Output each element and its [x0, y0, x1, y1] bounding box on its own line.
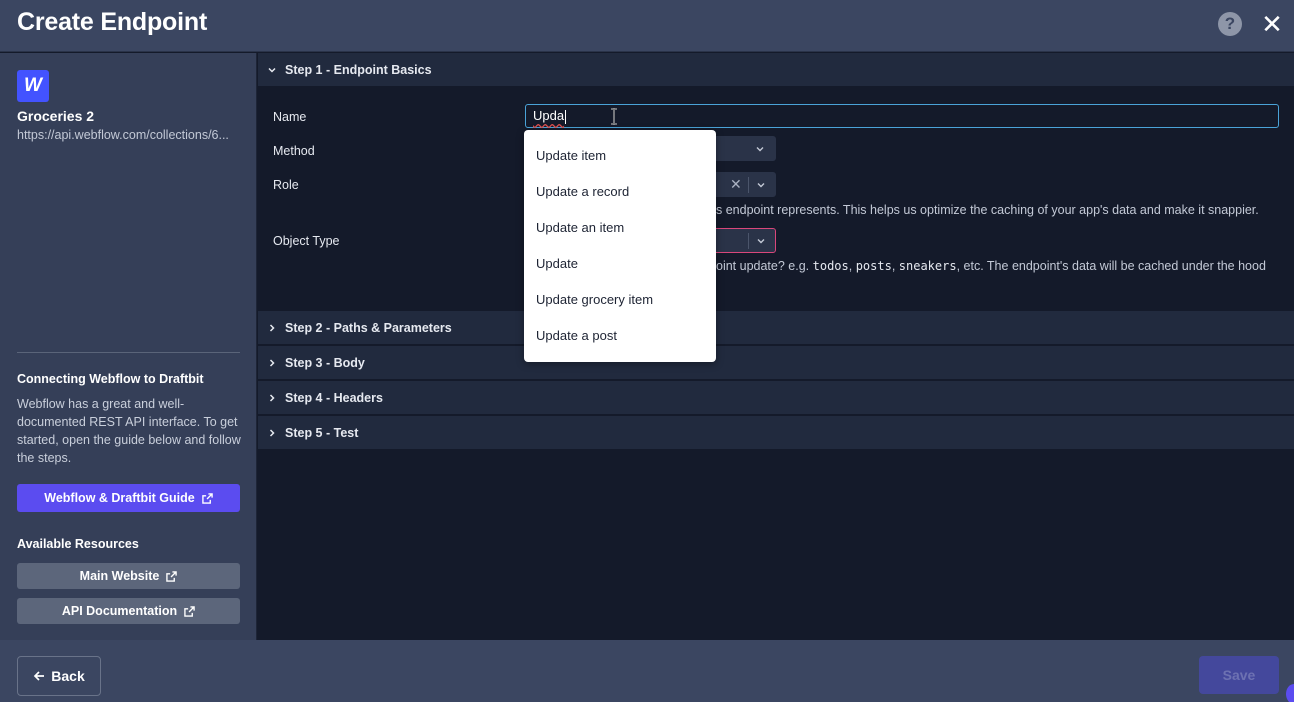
- step-3-label: Step 3 - Body: [285, 355, 365, 370]
- chevron-right-icon: [269, 428, 275, 437]
- sidebar: W Groceries 2 https://api.webflow.com/co…: [0, 53, 257, 640]
- api-documentation-label: API Documentation: [61, 604, 178, 618]
- suggestion-item[interactable]: Update: [524, 246, 716, 282]
- step-4-header[interactable]: Step 4 - Headers: [258, 381, 1294, 415]
- step-1-header[interactable]: Step 1 - Endpoint Basics: [258, 53, 1294, 87]
- step-5-label: Step 5 - Test: [285, 425, 359, 440]
- suggestion-item[interactable]: Update a post: [524, 318, 716, 354]
- object-help-suffix: etc. The endpoint's data will be cached …: [963, 259, 1266, 273]
- close-icon[interactable]: ✕: [1261, 11, 1283, 37]
- select-separator: [748, 233, 749, 249]
- chevron-right-icon: [269, 393, 275, 402]
- select-separator: [748, 177, 749, 193]
- external-link-icon: [201, 492, 213, 504]
- modal-footer: Back Save: [0, 640, 1294, 702]
- page-title: Create Endpoint: [17, 8, 208, 36]
- step-2-header[interactable]: Step 2 - Paths & Parameters: [258, 311, 1294, 345]
- clear-icon[interactable]: ✕: [730, 176, 742, 193]
- step-3-header[interactable]: Step 3 - Body: [258, 346, 1294, 380]
- object-type-label: Object Type: [273, 234, 340, 248]
- guide-text: Webflow has a great and well-documented …: [17, 397, 241, 465]
- step-1-label: Step 1 - Endpoint Basics: [285, 62, 432, 77]
- modal-header: Create Endpoint ? ✕: [0, 0, 1294, 52]
- method-label: Method: [273, 144, 315, 158]
- example-posts: posts: [855, 259, 892, 273]
- chevron-down-icon: [268, 67, 276, 73]
- back-button[interactable]: Back: [17, 656, 101, 696]
- external-link-icon: [184, 605, 195, 617]
- suggestion-item[interactable]: Update grocery item: [524, 282, 716, 318]
- chat-widget-icon[interactable]: [1286, 684, 1294, 702]
- webflow-logo: W: [17, 70, 49, 102]
- chevron-down-icon: [756, 147, 764, 152]
- suggestion-item[interactable]: Update item: [524, 138, 716, 174]
- guide-button[interactable]: Webflow & Draftbit Guide: [17, 484, 240, 512]
- collection-url: https://api.webflow.com/collections/6...: [17, 128, 229, 142]
- text-cursor-icon: [611, 108, 617, 125]
- role-label: Role: [273, 178, 299, 192]
- name-input[interactable]: Upda: [525, 104, 1279, 128]
- back-button-label: Back: [51, 668, 85, 684]
- suggestion-item[interactable]: Update an item: [524, 210, 716, 246]
- name-label: Name: [273, 110, 307, 124]
- external-link-icon: [166, 570, 178, 582]
- example-sneakers: sneakers: [898, 259, 957, 273]
- suggestion-item[interactable]: Update a record: [524, 174, 716, 210]
- name-suggestions-dropdown: Update item Update a record Update an it…: [524, 130, 716, 362]
- chevron-right-icon: [269, 323, 275, 332]
- sidebar-divider: [17, 352, 240, 353]
- help-icon[interactable]: ?: [1218, 12, 1242, 36]
- object-help-prefix: oint update? e.g.: [716, 259, 810, 273]
- arrow-left-icon: [34, 671, 45, 681]
- main-website-label: Main Website: [79, 569, 160, 583]
- guide-title: Connecting Webflow to Draftbit: [17, 372, 204, 386]
- api-documentation-button[interactable]: API Documentation: [17, 598, 240, 624]
- object-type-help-text: oint update? e.g. todos, posts, sneakers…: [716, 259, 1266, 273]
- role-help-text: s endpoint represents. This helps us opt…: [716, 203, 1259, 217]
- main-website-button[interactable]: Main Website: [17, 563, 240, 589]
- chevron-right-icon: [269, 358, 275, 367]
- chevron-down-icon: [757, 239, 765, 244]
- step-5-header[interactable]: Step 5 - Test: [258, 416, 1294, 450]
- main-panel: Step 1 - Endpoint Basics Name Upda Metho…: [258, 53, 1294, 640]
- collection-name: Groceries 2: [17, 108, 95, 124]
- step-4-label: Step 4 - Headers: [285, 390, 383, 405]
- guide-button-label: Webflow & Draftbit Guide: [44, 491, 195, 505]
- chevron-down-icon: [757, 183, 765, 188]
- name-input-value: Upda: [533, 108, 565, 123]
- save-button[interactable]: Save: [1199, 656, 1279, 694]
- resources-title: Available Resources: [17, 537, 139, 551]
- example-todos: todos: [812, 259, 849, 273]
- step-2-label: Step 2 - Paths & Parameters: [285, 320, 452, 335]
